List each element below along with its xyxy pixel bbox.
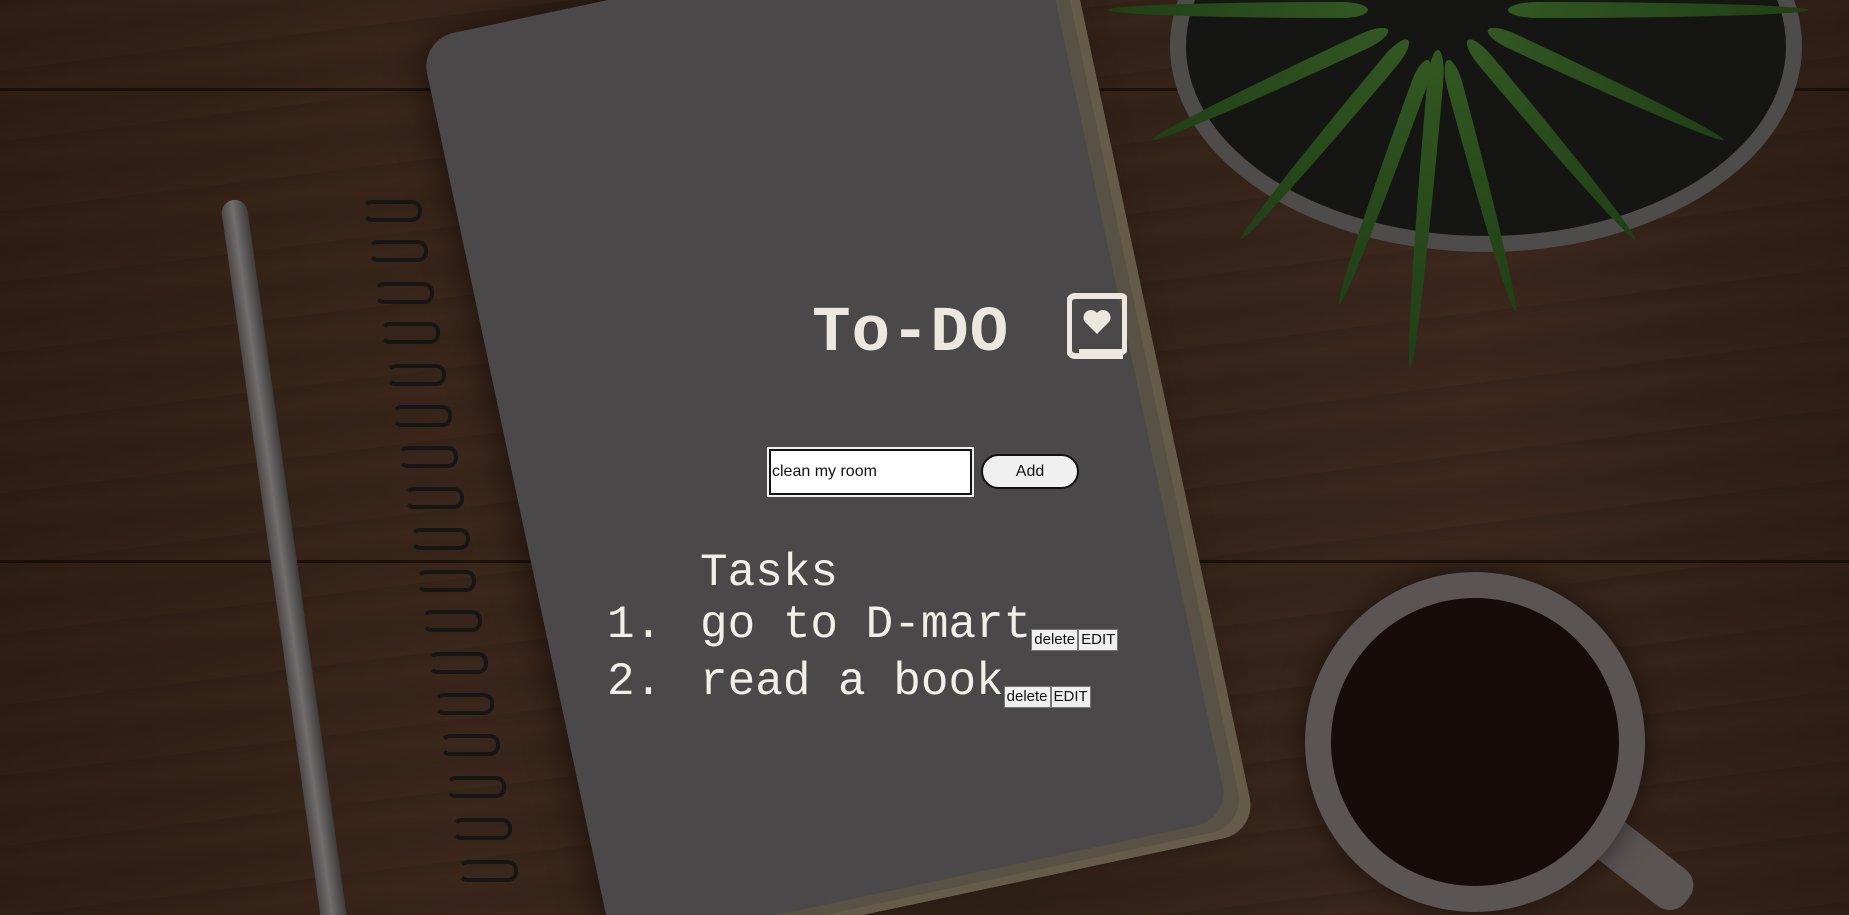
task-item: 1. go to D-mart delete EDIT <box>607 599 1119 656</box>
book-heart-icon <box>1065 292 1128 360</box>
task-number: 1. <box>607 599 663 651</box>
edit-button[interactable]: EDIT <box>1050 686 1091 708</box>
task-number: 2. <box>607 656 663 708</box>
task-text: read a book <box>700 656 1004 708</box>
delete-button[interactable]: delete <box>1003 686 1051 708</box>
header: To-DO <box>0 293 1849 370</box>
task-list: 1. go to D-mart delete EDIT 2. read a bo… <box>607 599 1119 713</box>
add-button[interactable]: Add <box>981 454 1079 489</box>
page-title: To-DO <box>812 298 1010 370</box>
tasks-heading: Tasks <box>700 547 839 599</box>
task-text: go to D-mart <box>700 599 1032 651</box>
task-item: 2. read a book delete EDIT <box>607 656 1118 713</box>
delete-button[interactable]: delete <box>1031 629 1079 651</box>
add-task-form: Add <box>767 447 1097 499</box>
todo-app: To-DO Add Tasks 1. go to D-mart delete E… <box>0 0 1849 915</box>
edit-button[interactable]: EDIT <box>1078 629 1119 651</box>
task-input[interactable] <box>767 447 974 497</box>
